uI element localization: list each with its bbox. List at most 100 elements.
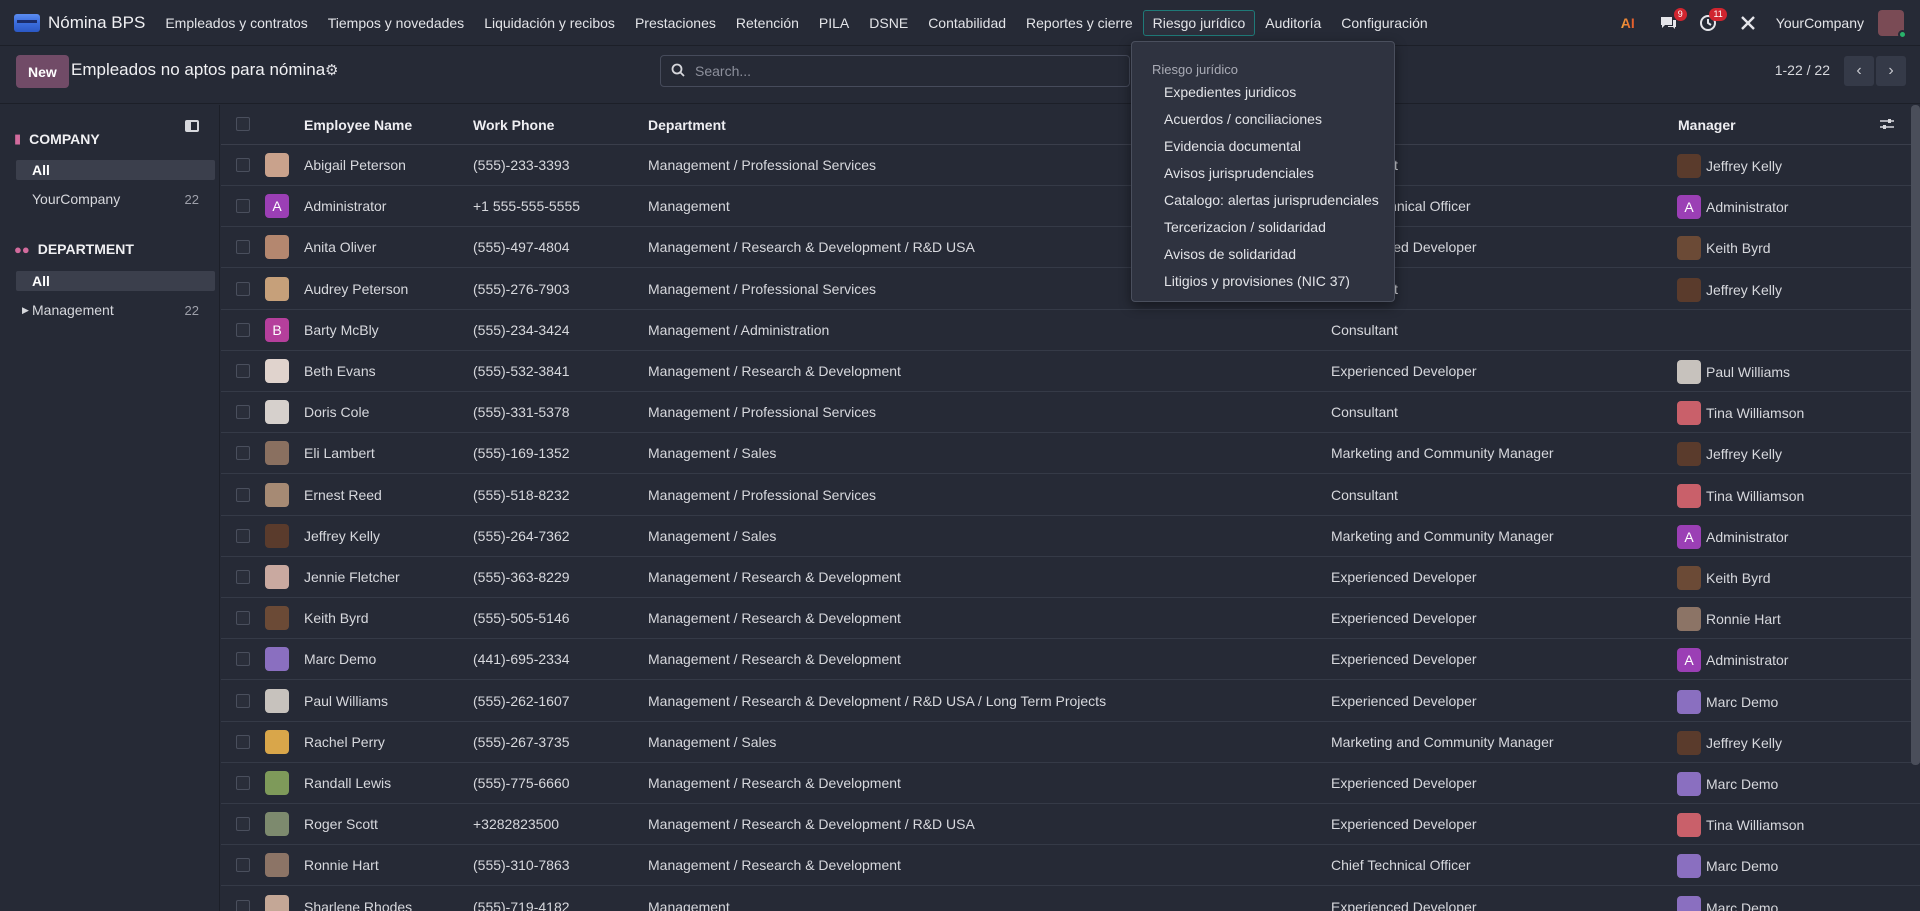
manager-avatar: [1677, 566, 1701, 590]
menu-item-6[interactable]: DSNE: [859, 10, 918, 36]
activities-clock-icon[interactable]: 11: [1698, 8, 1727, 33]
table-row[interactable]: Ronnie Hart (555)-310-7863 Management / Re…: [221, 845, 1920, 887]
menu-item-3[interactable]: Prestaciones: [625, 10, 726, 36]
job-position-cell: Experienced Developer: [1331, 898, 1477, 911]
row-checkbox[interactable]: [236, 611, 250, 626]
pager-previous-button[interactable]: ‹: [1844, 56, 1874, 86]
top-navbar: Nómina BPS Empleados y contratos Tiempos …: [0, 0, 1920, 46]
search-input[interactable]: [695, 63, 1129, 79]
pager-next-button[interactable]: ›: [1876, 56, 1906, 86]
row-checkbox[interactable]: [236, 817, 250, 832]
table-row[interactable]: Eli Lambert (555)-169-1352 Management / Sa…: [221, 433, 1920, 475]
row-checkbox[interactable]: [236, 364, 250, 378]
row-checkbox[interactable]: [236, 240, 250, 255]
menu-item-4[interactable]: Retención: [726, 10, 809, 36]
column-employee-name[interactable]: Employee Name: [304, 117, 412, 133]
table-row[interactable]: Sharlene Rhodes (555)-719-4182 Management E…: [221, 887, 1920, 911]
menu-item-7[interactable]: Contabilidad: [918, 10, 1016, 36]
work-phone-cell: (555)-532-3841: [473, 363, 570, 379]
employee-avatar: [265, 400, 289, 425]
table-row[interactable]: A Administrator +1 555-555-5555 Management C…: [221, 186, 1920, 228]
menu-item-11[interactable]: Configuración: [1331, 10, 1437, 36]
new-button[interactable]: New: [16, 55, 69, 88]
row-checkbox[interactable]: [236, 899, 250, 911]
table-row[interactable]: Abigail Peterson (555)-233-3393 Management…: [221, 145, 1920, 186]
column-options-icon[interactable]: [1880, 117, 1894, 133]
dropdown-item-0[interactable]: Expedientes juridicos: [1164, 84, 1296, 100]
menu-item-0[interactable]: Empleados y contratos: [155, 10, 317, 36]
sidebar-toggle-icon[interactable]: [185, 120, 199, 132]
company-switcher[interactable]: YourCompany: [1776, 15, 1864, 31]
menu-item-1[interactable]: Tiempos y novedades: [318, 10, 474, 36]
table-row[interactable]: Roger Scott +3282823500 Management / Resea…: [221, 804, 1920, 846]
ai-icon[interactable]: AI: [1618, 13, 1638, 33]
dropdown-item-5[interactable]: Tercerizacion / solidaridad: [1164, 219, 1326, 235]
row-checkbox[interactable]: [236, 734, 250, 749]
manager-avatar: [1677, 854, 1701, 879]
work-phone-cell: (555)-262-1607: [473, 692, 570, 709]
dropdown-item-4[interactable]: Catalogo: alertas jurisprudenciales: [1164, 192, 1379, 208]
department-filter-all[interactable]: All: [16, 271, 215, 291]
department-filter-management[interactable]: ▶ Management 22: [16, 300, 215, 320]
table-row[interactable]: Beth Evans (555)-532-3841 Management / Res…: [221, 351, 1920, 392]
row-checkbox[interactable]: [236, 528, 250, 543]
pager-value[interactable]: 1-22 / 22: [1775, 62, 1830, 78]
menu-item-5[interactable]: PILA: [809, 10, 859, 36]
table-row[interactable]: B Barty McBly (555)-234-3424 Management / A…: [221, 310, 1920, 351]
row-checkbox[interactable]: [236, 281, 250, 296]
manager-cell: Tina Williamson: [1706, 487, 1805, 504]
row-checkbox[interactable]: [236, 776, 250, 790]
row-checkbox[interactable]: [236, 446, 250, 461]
table-row[interactable]: Audrey Peterson (555)-276-7903 Management …: [221, 269, 1920, 310]
dropdown-item-6[interactable]: Avisos de solidaridad: [1164, 246, 1296, 262]
row-checkbox[interactable]: [236, 322, 250, 337]
table-row[interactable]: Marc Demo (441)-695-2334 Management / Rese…: [221, 639, 1920, 681]
table-header: Employee Name Work Phone Department Mana…: [221, 105, 1920, 145]
table-row[interactable]: Randall Lewis (555)-775-6660 Management / …: [221, 763, 1920, 804]
dropdown-item-3[interactable]: Avisos jurisprudenciales: [1164, 165, 1314, 181]
manager-cell: Jeffrey Kelly: [1706, 446, 1782, 463]
table-row[interactable]: Rachel Perry (555)-267-3735 Management / S…: [221, 722, 1920, 763]
table-row[interactable]: Ernest Reed (555)-518-8232 Management / Pr…: [221, 475, 1920, 516]
user-avatar[interactable]: [1878, 10, 1907, 39]
column-manager[interactable]: Manager: [1678, 117, 1736, 133]
table-row[interactable]: Doris Cole (555)-331-5378 Management / Pro…: [221, 392, 1920, 434]
company-filter-yourcompany[interactable]: YourCompany 22: [16, 189, 215, 209]
search-bar: [660, 55, 1130, 87]
dropdown-item-1[interactable]: Acuerdos / conciliaciones: [1164, 111, 1322, 127]
select-all-checkbox[interactable]: [236, 117, 250, 131]
department-filter-count: 22: [184, 302, 199, 318]
dropdown-item-7[interactable]: Litigios y provisiones (NIC 37): [1164, 273, 1350, 289]
row-checkbox[interactable]: [236, 693, 250, 708]
table-row[interactable]: Jeffrey Kelly (555)-264-7362 Management / …: [221, 516, 1920, 557]
work-phone-cell: (441)-695-2334: [473, 651, 570, 668]
company-filter-all[interactable]: All: [16, 160, 215, 180]
menu-item-10[interactable]: Auditoría: [1255, 10, 1331, 36]
row-checkbox[interactable]: [236, 487, 250, 502]
dropdown-item-2[interactable]: Evidencia documental: [1164, 138, 1301, 154]
row-checkbox[interactable]: [236, 158, 250, 172]
column-department[interactable]: Department: [648, 117, 726, 133]
tools-icon[interactable]: [1738, 13, 1758, 33]
row-checkbox[interactable]: [236, 570, 250, 584]
table-row[interactable]: Anita Oliver (555)-497-4804 Management / R…: [221, 227, 1920, 269]
messages-icon[interactable]: 9: [1658, 8, 1687, 33]
row-checkbox[interactable]: [236, 199, 250, 214]
app-brand[interactable]: Nómina BPS: [0, 13, 145, 33]
row-checkbox[interactable]: [236, 858, 250, 873]
table-row[interactable]: Jennie Fletcher (555)-363-8229 Management …: [221, 557, 1920, 598]
menu-item-8[interactable]: Reportes y cierre: [1016, 10, 1143, 36]
column-work-phone[interactable]: Work Phone: [473, 117, 554, 133]
row-checkbox[interactable]: [236, 405, 250, 420]
table-row[interactable]: Keith Byrd (555)-505-5146 Management / Res…: [221, 598, 1920, 640]
menu-item-9[interactable]: Riesgo jurídico: [1142, 9, 1256, 36]
caret-right-icon[interactable]: ▶: [22, 305, 29, 316]
department-cell: Management / Administration: [648, 321, 830, 338]
activities-badge: 11: [1709, 8, 1727, 21]
company-filter-label: YourCompany: [32, 191, 121, 207]
gear-icon[interactable]: ⚙: [325, 61, 338, 79]
table-row[interactable]: Paul Williams (555)-262-1607 Management / …: [221, 681, 1920, 722]
vertical-scrollbar[interactable]: [1911, 105, 1920, 765]
menu-item-2[interactable]: Liquidación y recibos: [474, 10, 625, 36]
row-checkbox[interactable]: [236, 652, 250, 667]
